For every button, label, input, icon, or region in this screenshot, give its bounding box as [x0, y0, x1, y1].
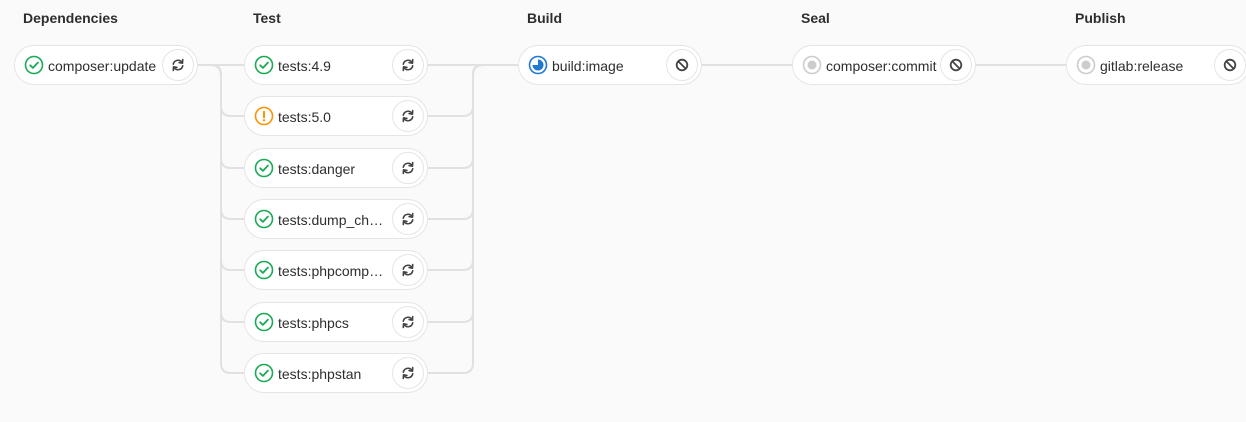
stage-title-test: Test — [253, 10, 281, 26]
stage-title-build: Build — [527, 10, 562, 26]
connector-line — [428, 64, 518, 169]
check-circle-icon — [254, 55, 274, 75]
job-gitlab-release[interactable]: gitlab:release — [1066, 45, 1246, 85]
connector-line — [198, 64, 244, 374]
stage-title-publish: Publish — [1075, 10, 1126, 26]
job-tests-phpstan[interactable]: tests:phpstan — [244, 353, 428, 393]
check-circle-icon — [24, 55, 44, 75]
job-name: gitlab:release — [1100, 58, 1184, 74]
retry-button[interactable] — [392, 203, 424, 235]
retry-icon — [402, 58, 414, 72]
retry-button[interactable] — [392, 100, 424, 132]
job-tests-danger[interactable]: tests:danger — [244, 148, 428, 188]
connector-line — [198, 64, 244, 117]
check-circle-icon — [254, 158, 274, 178]
job-composer-update[interactable]: composer:update — [14, 45, 198, 85]
stage-title-dependencies: Dependencies — [23, 10, 118, 26]
cancel-icon — [1223, 58, 1237, 72]
job-name: tests:phpstan — [278, 366, 362, 382]
cancel-button[interactable] — [1214, 49, 1246, 81]
job-name: tests:phpcompatibility — [278, 263, 390, 279]
created-icon — [1076, 55, 1096, 75]
job-composer-commit[interactable]: composer:commit — [792, 45, 976, 85]
retry-icon — [402, 315, 414, 329]
check-circle-icon — [254, 312, 274, 332]
job-tests-phpcompatibility[interactable]: tests:phpcompatibility — [244, 250, 428, 290]
retry-button[interactable] — [392, 254, 424, 286]
connector-line — [428, 64, 518, 271]
retry-button[interactable] — [392, 152, 424, 184]
connector-line — [198, 64, 244, 220]
job-name: composer:update — [48, 58, 157, 74]
job-tests-5-0[interactable]: tests:5.0 — [244, 96, 428, 136]
connector-line — [428, 64, 518, 220]
retry-icon — [172, 58, 184, 72]
cancel-icon — [675, 58, 689, 72]
cancel-button[interactable] — [666, 49, 698, 81]
job-name: tests:dump_changelog — [278, 212, 390, 228]
connector-line — [428, 64, 518, 374]
retry-icon — [402, 263, 414, 277]
retry-button[interactable] — [392, 306, 424, 338]
job-tests-phpcs[interactable]: tests:phpcs — [244, 302, 428, 342]
created-icon — [802, 55, 822, 75]
stage-title-seal: Seal — [801, 10, 830, 26]
job-name: composer:commit — [826, 58, 937, 74]
connector-line — [198, 64, 244, 323]
check-circle-icon — [254, 260, 274, 280]
connector-line — [198, 64, 244, 169]
retry-icon — [402, 109, 414, 123]
check-circle-icon — [254, 209, 274, 229]
connector-line — [428, 64, 518, 117]
warning-circle-icon — [254, 106, 274, 126]
job-name: tests:danger — [278, 161, 356, 177]
retry-button[interactable] — [162, 49, 194, 81]
retry-icon — [402, 366, 414, 380]
cancel-icon — [949, 58, 963, 72]
job-tests-dump-changelog[interactable]: tests:dump_changelog — [244, 199, 428, 239]
connector-line — [198, 64, 244, 271]
cancel-button[interactable] — [940, 49, 972, 81]
retry-icon — [402, 212, 414, 226]
connector-line — [428, 64, 518, 323]
job-name: tests:5.0 — [278, 109, 331, 125]
job-name: tests:phpcs — [278, 315, 349, 331]
job-name: tests:4.9 — [278, 58, 331, 74]
job-tests-4-9[interactable]: tests:4.9 — [244, 45, 428, 85]
retry-button[interactable] — [392, 357, 424, 389]
check-circle-icon — [254, 363, 274, 383]
job-name: build:image — [552, 58, 624, 74]
job-build-image[interactable]: build:image — [518, 45, 702, 85]
running-icon — [528, 55, 548, 75]
retry-button[interactable] — [392, 49, 424, 81]
retry-icon — [402, 161, 414, 175]
